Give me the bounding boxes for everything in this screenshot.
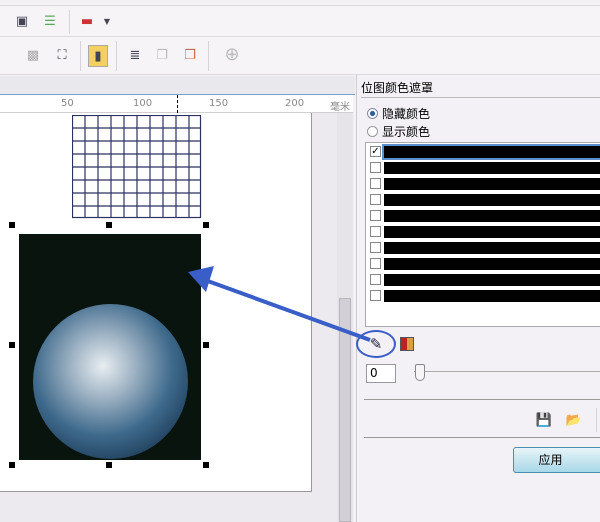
bitmap-icon[interactable]: ▩ [24,46,42,64]
color-checkbox[interactable] [370,242,381,253]
mask-icon[interactable]: ▮ [88,45,108,67]
panel-title: 位图颜色遮罩 [361,81,434,95]
tolerance-input[interactable]: 0 [366,364,396,383]
tolerance-slider-track[interactable] [414,371,600,374]
canvas[interactable] [0,113,337,522]
selection-handle[interactable] [9,462,15,468]
radio-selected-icon [367,108,378,119]
tolerance-slider-thumb[interactable] [415,364,425,381]
color-palette-icon[interactable] [400,337,414,351]
color-checkbox[interactable] [370,162,381,173]
color-swatch [384,178,600,190]
ruler-unit: 毫米 [330,102,350,113]
display-icon[interactable]: ▬ [78,12,96,30]
scrollbar-thumb[interactable] [339,298,351,522]
color-swatch [384,258,600,270]
color-checkbox[interactable] [370,290,381,301]
color-swatch [384,242,600,254]
color-checkbox[interactable] [370,274,381,285]
color-checkbox[interactable]: ✓ [370,146,381,157]
selection-handle[interactable] [106,222,112,228]
color-list-item[interactable] [368,193,600,207]
add-icon[interactable]: ⊕ [223,44,241,65]
ruler-tick: 100 [133,98,153,109]
color-checkbox[interactable] [370,226,381,237]
window-icon[interactable]: ▣ [13,12,31,30]
ruler-tick: 50 [61,98,74,109]
text-wrap-icon[interactable]: ≣ [126,46,144,64]
tab-strip [0,76,355,95]
earth-image [33,304,188,459]
color-checkbox[interactable] [370,210,381,221]
chevron-down-icon[interactable]: ▼ [98,12,116,30]
vertical-scrollbar[interactable] [337,113,353,522]
color-list-item[interactable] [368,289,600,303]
ruler-tick: 200 [285,98,305,109]
selection-handle[interactable] [203,342,209,348]
color-swatch [384,274,600,286]
color-list-item[interactable] [368,177,600,191]
open-folder-icon[interactable]: 📂 [565,411,583,429]
color-swatch [382,144,600,160]
copy-icon[interactable]: ❐ [153,46,171,64]
toolbar-top: ▣ ☰ ▬ ▼ [0,5,600,37]
color-swatch [384,210,600,222]
color-list-item[interactable] [368,161,600,175]
color-swatch [384,194,600,206]
color-swatch [384,226,600,238]
selection-handle[interactable] [203,462,209,468]
toolbar-property: ▩ ⛶ ▮ ≣ ❐ ❐ ⊕ [0,37,600,75]
checklist-icon[interactable]: ☰ [41,12,59,30]
grid-object[interactable] [72,115,202,219]
eyedropper-button[interactable]: ✎ [356,330,396,358]
radio-icon [367,126,378,137]
color-checkbox[interactable] [370,194,381,205]
color-list-item[interactable] [368,273,600,287]
node-edit-icon[interactable]: ⛶ [53,46,71,64]
color-checkbox[interactable] [370,258,381,269]
earth-bitmap[interactable] [19,234,201,460]
hide-colors-radio[interactable]: 隐藏颜色 [367,105,430,122]
ruler-tick: 150 [209,98,229,109]
selection-handle[interactable] [9,222,15,228]
color-checkbox[interactable] [370,178,381,189]
apply-button[interactable]: 应用 [513,447,600,473]
horizontal-ruler: 50 100 150 200 毫米 [0,95,353,113]
color-list-item[interactable] [368,241,600,255]
selection-handle[interactable] [106,462,112,468]
arrange-icon[interactable]: ❐ [181,46,199,64]
color-list-item[interactable] [368,209,600,223]
save-icon[interactable]: 💾 [535,411,553,429]
show-colors-radio[interactable]: 显示颜色 [367,123,430,140]
selection-handle[interactable] [203,222,209,228]
color-list-item[interactable]: ✓ [368,144,600,160]
color-swatch [384,290,600,302]
color-list-item[interactable] [368,257,600,271]
color-list-item[interactable] [368,225,600,239]
selection-handle[interactable] [9,342,15,348]
color-swatch [384,162,600,174]
